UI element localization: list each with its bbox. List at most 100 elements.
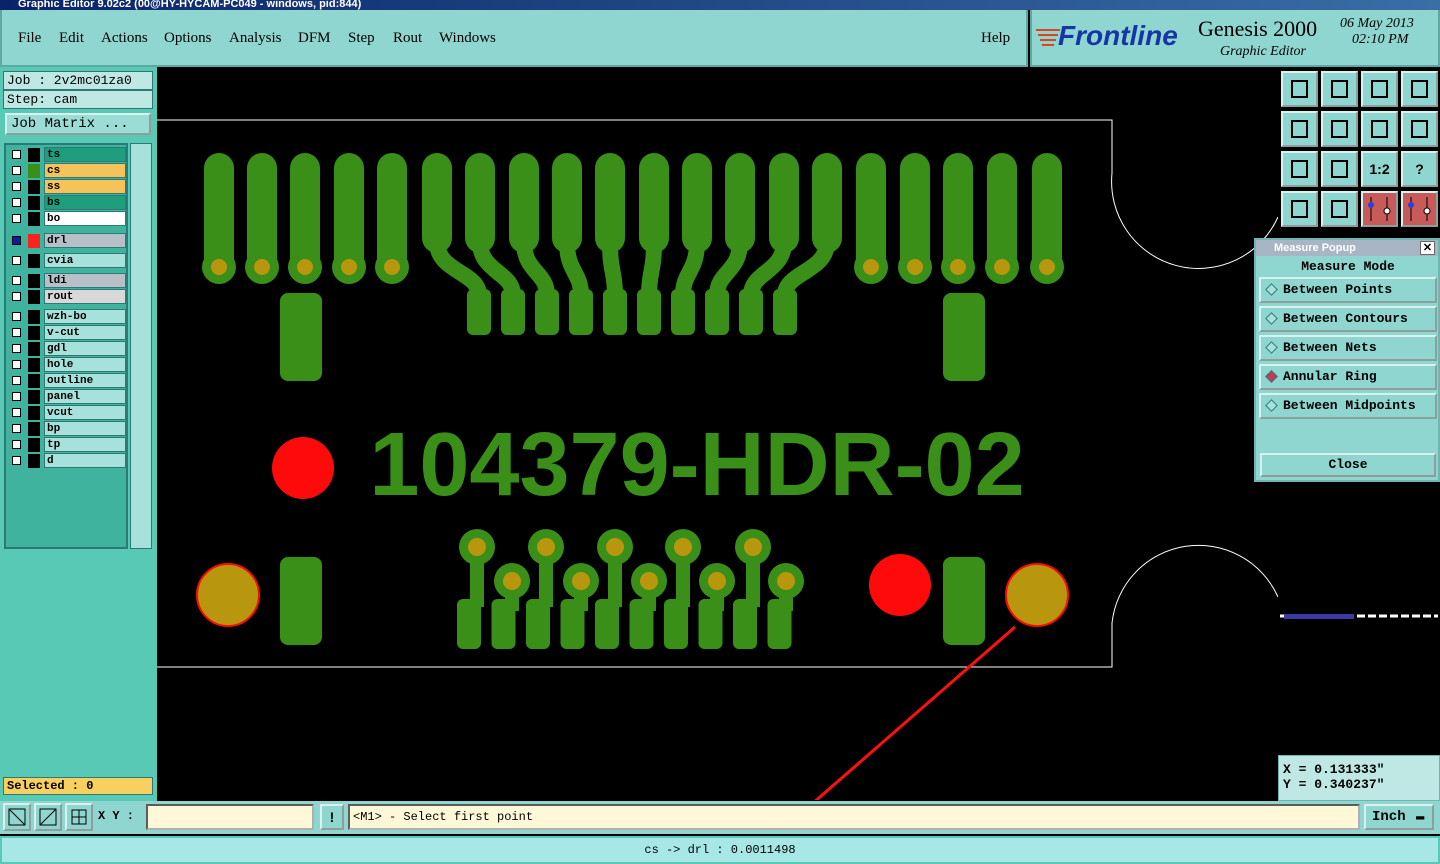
layer-checkbox[interactable]	[12, 408, 21, 417]
layer-checkbox[interactable]	[12, 150, 21, 159]
layer-checkbox[interactable]	[12, 392, 21, 401]
layer-checkbox[interactable]	[12, 456, 21, 465]
layer-red-icon[interactable]	[1361, 191, 1398, 227]
redraw-icon[interactable]	[1401, 111, 1438, 147]
layer-row-gdl[interactable]: gdl	[8, 341, 128, 356]
zoom-home-icon[interactable]	[1281, 71, 1318, 107]
layer-name[interactable]: hole	[44, 357, 126, 372]
layer-name[interactable]: bs	[44, 195, 126, 210]
snap-icon[interactable]	[34, 803, 62, 831]
layer-row-panel[interactable]: panel	[8, 389, 128, 404]
layer-name[interactable]: bo	[44, 211, 126, 226]
layer-row-bo[interactable]: bo	[8, 211, 128, 226]
layer-row-cvia[interactable]: cvia	[8, 253, 128, 268]
layer-row-bs[interactable]: bs	[8, 195, 128, 210]
overview-map[interactable]	[1278, 610, 1440, 630]
ratio-icon[interactable]: 1:2	[1361, 151, 1398, 187]
layer-checkbox[interactable]	[12, 166, 21, 175]
layer-checkbox[interactable]	[12, 236, 21, 245]
layer-checkbox[interactable]	[12, 256, 21, 265]
layer-row-drl[interactable]: drl	[8, 233, 128, 248]
menu-file[interactable]: File	[18, 30, 41, 47]
units-dropdown[interactable]: Inch ▬	[1364, 804, 1434, 830]
layer-checkbox[interactable]	[12, 360, 21, 369]
measure-option-between-contours[interactable]: Between Contours	[1259, 306, 1437, 332]
layer-checkbox[interactable]	[12, 328, 21, 337]
layer-name[interactable]: bp	[44, 421, 126, 436]
menu-windows[interactable]: Windows	[439, 30, 496, 47]
menu-edit[interactable]: Edit	[59, 30, 84, 47]
layer-checkbox[interactable]	[12, 344, 21, 353]
fit-icon[interactable]	[1281, 151, 1318, 187]
xy-input[interactable]	[146, 804, 314, 830]
layer-name[interactable]: ts	[44, 147, 126, 162]
layer-row-vcut[interactable]: vcut	[8, 405, 128, 420]
menu-analysis[interactable]: Analysis	[229, 30, 282, 47]
layer-name[interactable]: ldi	[44, 273, 126, 288]
menu-options[interactable]: Options	[164, 30, 212, 47]
grid-icon[interactable]	[1321, 191, 1358, 227]
layer-checkbox[interactable]	[12, 214, 21, 223]
measure-option-between-nets[interactable]: Between Nets	[1259, 335, 1437, 361]
layer-row-hole[interactable]: hole	[8, 357, 128, 372]
layer-name[interactable]: wzh-bo	[44, 309, 126, 324]
layer-row-cs[interactable]: cs	[8, 163, 128, 178]
open-icon[interactable]	[1321, 71, 1358, 107]
measure-option-annular-ring[interactable]: Annular Ring	[1259, 364, 1437, 390]
layer-row-rout[interactable]: rout	[8, 289, 128, 304]
popup-close-x-icon[interactable]: ✕	[1420, 241, 1435, 255]
layer-name[interactable]: tp	[44, 437, 126, 452]
layer-list-scrollbar[interactable]	[130, 143, 152, 549]
layer-row-outline[interactable]: outline	[8, 373, 128, 388]
menu-dfm[interactable]: DFM	[298, 30, 331, 47]
layer-checkbox[interactable]	[12, 424, 21, 433]
layer-checkbox[interactable]	[12, 440, 21, 449]
layer-row-ss[interactable]: ss	[8, 179, 128, 194]
layer-row-v-cut[interactable]: v-cut	[8, 325, 128, 340]
menu-step[interactable]: Step	[348, 30, 375, 47]
menu-help[interactable]: Help	[981, 30, 1010, 47]
help-icon[interactable]: ?	[1401, 151, 1438, 187]
center-icon[interactable]	[1321, 151, 1358, 187]
job-matrix-button[interactable]: Job Matrix ...	[5, 113, 151, 135]
layer-checkbox[interactable]	[12, 292, 21, 301]
zoom-box-icon[interactable]	[3, 803, 31, 831]
layer-name[interactable]: d	[44, 453, 126, 468]
layer-name[interactable]: ss	[44, 179, 126, 194]
layer-name[interactable]: outline	[44, 373, 126, 388]
menu-rout[interactable]: Rout	[393, 30, 422, 47]
layer-row-wzh-bo[interactable]: wzh-bo	[8, 309, 128, 324]
measure-option-between-points[interactable]: Between Points	[1259, 277, 1437, 303]
measure-close-button[interactable]: Close	[1260, 453, 1436, 477]
layer-row-bp[interactable]: bp	[8, 421, 128, 436]
house-icon[interactable]	[1361, 71, 1398, 107]
layer-name[interactable]: cs	[44, 163, 126, 178]
layer-checkbox[interactable]	[12, 312, 21, 321]
layer-name[interactable]: gdl	[44, 341, 126, 356]
pcb-board-view[interactable]: 104379-HDR-02	[157, 67, 1279, 824]
undo-icon[interactable]	[1361, 111, 1398, 147]
layer-checkbox[interactable]	[12, 276, 21, 285]
layer-name[interactable]: v-cut	[44, 325, 126, 340]
layer-checkbox[interactable]	[12, 198, 21, 207]
pan-right-icon[interactable]	[1321, 111, 1358, 147]
layer-row-ts[interactable]: ts	[8, 147, 128, 162]
layer-name[interactable]: cvia	[44, 253, 126, 268]
pan-left-icon[interactable]	[1281, 111, 1318, 147]
layer-row-ldi[interactable]: ldi	[8, 273, 128, 288]
measure-option-between-midpoints[interactable]: Between Midpoints	[1259, 393, 1437, 419]
layer-checkbox[interactable]	[12, 182, 21, 191]
layer-row-d[interactable]: d	[8, 453, 128, 468]
layer-name[interactable]: vcut	[44, 405, 126, 420]
layer-row-tp[interactable]: tp	[8, 437, 128, 452]
layer-checkbox[interactable]	[12, 376, 21, 385]
layer-name[interactable]: drl	[44, 233, 126, 248]
exclamation-button[interactable]: !	[320, 804, 344, 830]
grid-snap-icon[interactable]	[65, 803, 93, 831]
menu-actions[interactable]: Actions	[101, 30, 148, 47]
settings-icon[interactable]	[1281, 191, 1318, 227]
layer-name[interactable]: panel	[44, 389, 126, 404]
graphic-canvas[interactable]: 104379-HDR-02	[157, 67, 1279, 824]
layer-red-icon-2[interactable]	[1401, 191, 1438, 227]
layer-name[interactable]: rout	[44, 289, 126, 304]
